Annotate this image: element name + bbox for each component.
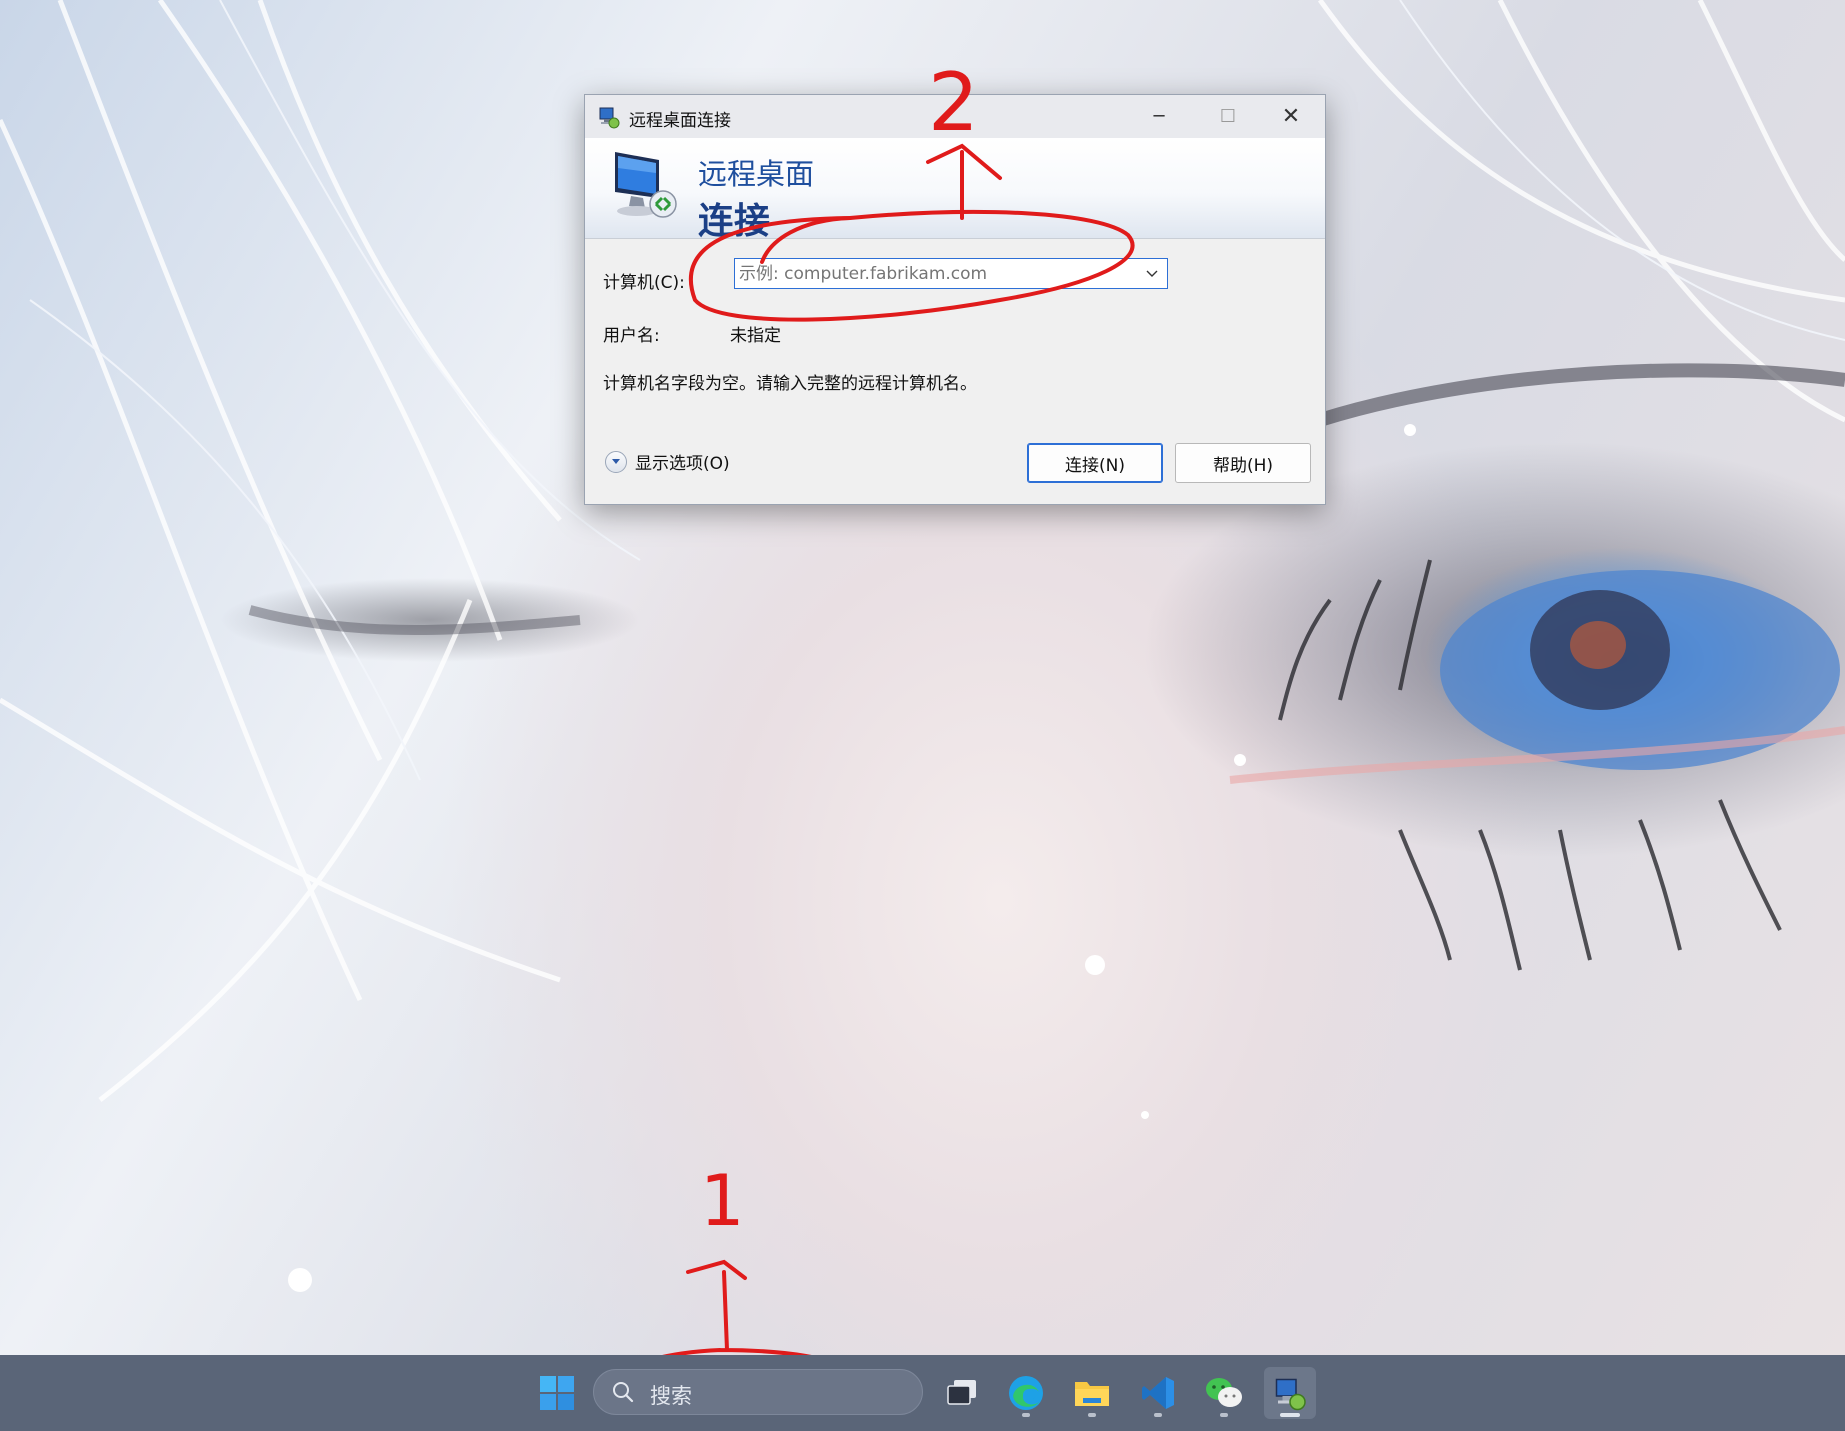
search-icon	[613, 1382, 634, 1403]
show-options-toggle[interactable]: 显示选项(O)	[605, 449, 730, 474]
close-button[interactable]: ✕	[1257, 95, 1325, 138]
dialog-banner: 远程桌面 连接	[585, 138, 1325, 242]
edge-icon[interactable]	[1000, 1367, 1052, 1419]
computer-combobox[interactable]	[734, 258, 1168, 289]
computer-label: 计算机(C):	[603, 273, 685, 293]
task-view-icon[interactable]	[936, 1367, 988, 1419]
running-indicator	[1154, 1413, 1162, 1417]
connect-button[interactable]: 连接(N)	[1027, 443, 1163, 483]
running-indicator	[1220, 1413, 1228, 1417]
status-message: 计算机名字段为空。请输入完整的远程计算机名。	[603, 374, 977, 394]
banner-title-line2: 连接	[698, 201, 771, 242]
running-indicator	[1022, 1413, 1030, 1417]
expand-down-icon	[605, 450, 627, 473]
wechat-icon[interactable]	[1198, 1367, 1250, 1419]
username-label: 用户名:	[603, 326, 660, 346]
username-value: 未指定	[730, 326, 781, 346]
taskbar-search-box[interactable]: 搜索	[593, 1369, 923, 1415]
vscode-icon[interactable]	[1132, 1367, 1184, 1419]
computer-input[interactable]	[737, 261, 1137, 286]
help-button[interactable]: 帮助(H)	[1175, 443, 1311, 483]
file-explorer-icon[interactable]	[1066, 1367, 1118, 1419]
maximize-button[interactable]: ☐	[1194, 95, 1262, 138]
remote-desktop-taskbar-icon[interactable]	[1264, 1367, 1316, 1419]
window-titlebar[interactable]: 远程桌面连接 ─ ☐ ✕	[585, 95, 1325, 138]
search-label: 搜索	[650, 1384, 692, 1408]
minimize-button[interactable]: ─	[1125, 95, 1193, 138]
window-title: 远程桌面连接	[629, 111, 731, 131]
remote-desktop-icon	[599, 107, 620, 129]
windows-start-icon[interactable]	[539, 1375, 575, 1411]
active-indicator	[1280, 1413, 1300, 1417]
remote-desktop-window: 远程桌面连接 ─ ☐ ✕ 远程桌面 连接 计算机(C): 用户名: 未指定 计算…	[584, 94, 1326, 505]
running-indicator	[1088, 1413, 1096, 1417]
monitor-icon	[615, 152, 677, 218]
taskbar: 搜索	[0, 1355, 1845, 1431]
banner-title-line1: 远程桌面	[698, 157, 815, 191]
show-options-label: 显示选项(O)	[635, 454, 730, 474]
chevron-down-icon[interactable]	[1137, 259, 1167, 288]
